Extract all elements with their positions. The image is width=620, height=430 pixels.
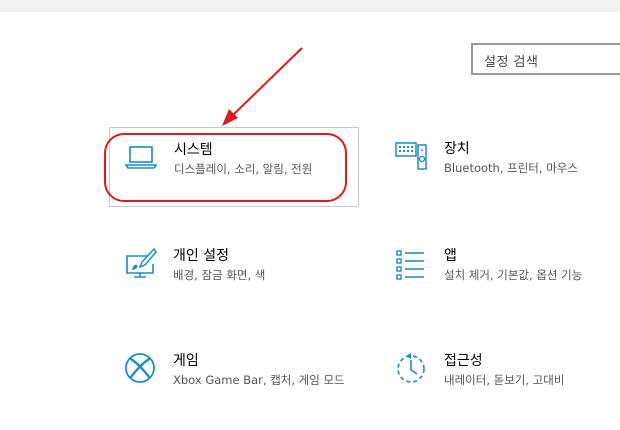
tile-system[interactable]: 시스템 디스플레이, 소리, 알림, 전원 bbox=[109, 127, 359, 207]
personalization-icon bbox=[123, 246, 157, 280]
tile-title: 앱 bbox=[444, 248, 457, 264]
tile-subtitle: 배경, 잠금 화면, 색 bbox=[173, 268, 266, 282]
tile-title: 시스템 bbox=[174, 142, 213, 158]
tile-title: 게임 bbox=[173, 353, 199, 369]
tile-gaming[interactable]: 게임 Xbox Game Bar, 캡처, 게임 모드 bbox=[109, 339, 359, 419]
tile-subtitle: 디스플레이, 소리, 알림, 전원 bbox=[174, 162, 313, 176]
tile-devices[interactable]: 장치 Bluetooth, 프린터, 마우스 bbox=[380, 127, 620, 207]
tile-subtitle: Bluetooth, 프린터, 마우스 bbox=[444, 161, 578, 175]
tile-title: 접근성 bbox=[444, 353, 483, 369]
title-bar bbox=[0, 0, 620, 12]
tile-personalization[interactable]: 개인 설정 배경, 잠금 화면, 색 bbox=[109, 234, 359, 314]
ease-of-access-icon bbox=[394, 351, 428, 385]
tile-subtitle: 설치 제거, 기본값, 옵션 기능 bbox=[444, 268, 583, 282]
laptop-icon bbox=[124, 140, 158, 174]
tile-subtitle: 내레이터, 돋보기, 고대비 bbox=[444, 373, 565, 387]
xbox-icon bbox=[123, 351, 157, 385]
tile-title: 장치 bbox=[444, 141, 470, 157]
devices-icon bbox=[394, 139, 428, 173]
tile-subtitle: Xbox Game Bar, 캡처, 게임 모드 bbox=[173, 373, 345, 387]
tile-apps[interactable]: 앱 설치 제거, 기본값, 옵션 기능 bbox=[380, 234, 620, 314]
tile-title: 개인 설정 bbox=[173, 248, 229, 264]
tile-ease-of-access[interactable]: 접근성 내레이터, 돋보기, 고대비 bbox=[380, 339, 620, 419]
apps-list-icon bbox=[394, 246, 428, 280]
search-input[interactable]: 설정 검색 bbox=[471, 43, 620, 75]
search-placeholder: 설정 검색 bbox=[484, 55, 539, 70]
